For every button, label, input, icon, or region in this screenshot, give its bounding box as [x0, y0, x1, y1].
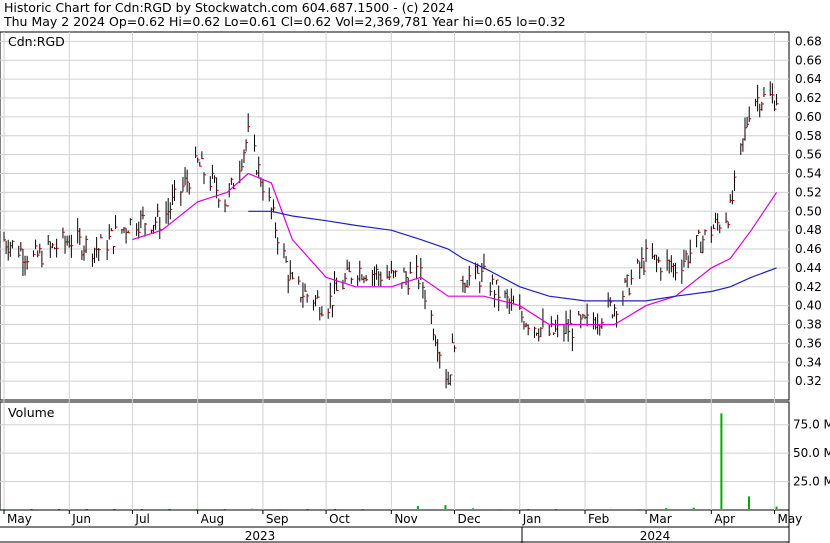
price-tick-label: 0.68	[795, 34, 822, 48]
month-label: Jul	[134, 512, 149, 526]
price-tick-label: 0.56	[795, 148, 822, 162]
price-tick-label: 0.38	[795, 318, 822, 332]
price-tick-label: 0.44	[795, 261, 822, 275]
month-label: Nov	[394, 512, 417, 526]
volume-tick-label: 25.0 M	[793, 475, 830, 489]
month-label: Feb	[588, 512, 609, 526]
price-tick-label: 0.46	[795, 242, 822, 256]
volume-panel	[0, 401, 790, 511]
symbol-label: Cdn:RGD	[8, 34, 65, 49]
month-label: Aug	[201, 512, 224, 526]
price-tick-label: 0.52	[795, 185, 822, 199]
volume-tick-label: 50.0 M	[793, 446, 830, 460]
price-tick-label: 0.64	[795, 72, 822, 86]
month-label: Jan	[522, 512, 542, 526]
month-label: Sep	[266, 512, 289, 526]
month-label: May	[777, 512, 802, 526]
month-label: May	[7, 512, 32, 526]
price-tick-label: 0.32	[795, 374, 822, 388]
month-label: Mar	[649, 512, 672, 526]
price-tick-label: 0.58	[795, 129, 822, 143]
price-tick-label: 0.62	[795, 91, 822, 105]
month-label: Apr	[714, 512, 735, 526]
price-tick-label: 0.34	[795, 355, 822, 369]
price-tick-label: 0.66	[795, 53, 822, 67]
price-tick-label: 0.48	[795, 223, 822, 237]
price-panel	[0, 31, 790, 401]
price-tick-label: 0.50	[795, 204, 822, 218]
month-label: Oct	[329, 512, 350, 526]
chart-window: Historic Chart for Cdn:RGD by Stockwatch…	[0, 0, 830, 543]
price-tick-label: 0.40	[795, 299, 822, 313]
price-tick-label: 0.60	[795, 110, 822, 124]
price-tick-label: 0.36	[795, 336, 822, 350]
price-tick-label: 0.42	[795, 280, 822, 294]
volume-label: Volume	[8, 405, 55, 420]
price-tick-label: 0.54	[795, 167, 822, 181]
year-label: 2023	[245, 529, 276, 543]
month-label: Dec	[457, 512, 480, 526]
month-label: Jun	[71, 512, 91, 526]
stock-chart: 0.68 0.66 0.64 0.62 0.60 0.58 0.56 0.54 0.52 0.50…	[0, 31, 830, 543]
year-label: 2024	[640, 529, 671, 543]
volume-tick-label: 75.0 M	[793, 418, 830, 432]
